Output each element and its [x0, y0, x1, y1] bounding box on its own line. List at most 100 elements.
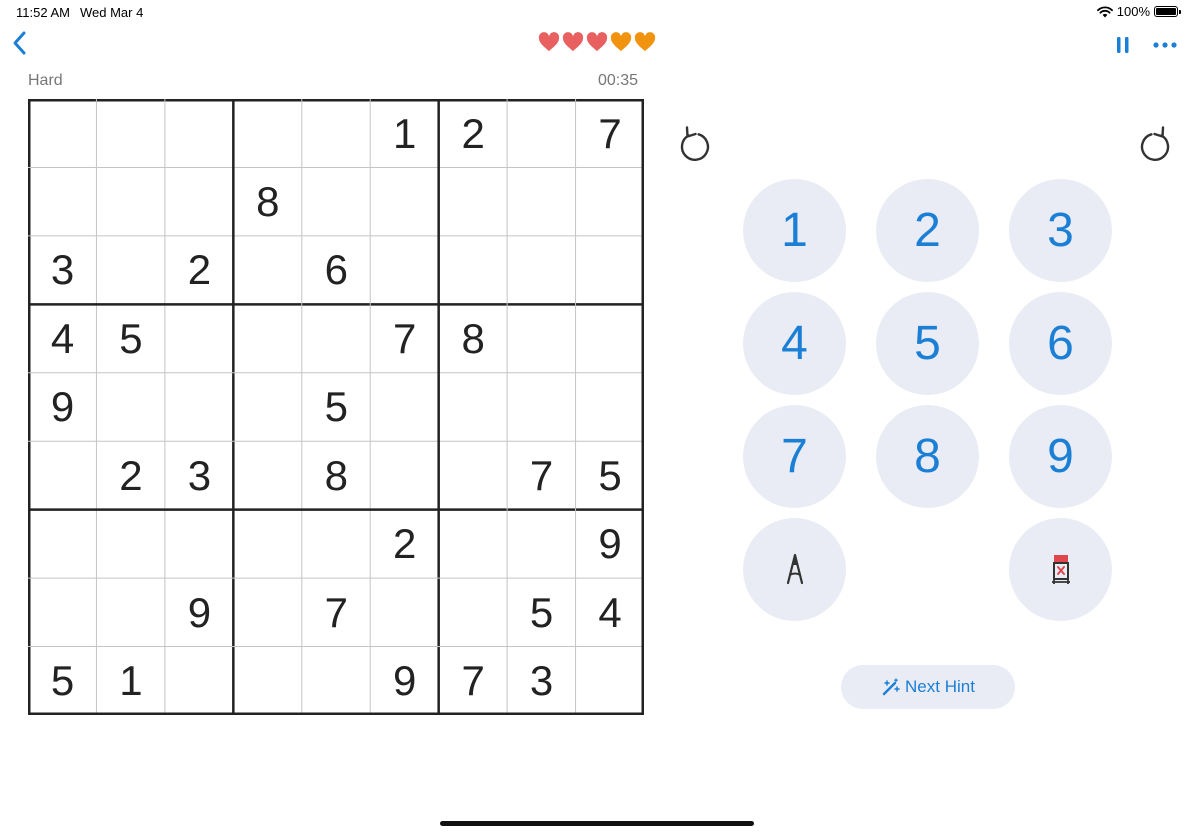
board-cell[interactable]: [234, 647, 302, 715]
board-cell[interactable]: [371, 168, 439, 236]
board-cell[interactable]: [165, 168, 233, 236]
number-key-8[interactable]: 8: [876, 405, 979, 508]
board-cell[interactable]: [371, 373, 439, 441]
undo-button[interactable]: [674, 124, 714, 164]
board-cell[interactable]: [165, 305, 233, 373]
heart-icon: [634, 32, 656, 52]
board-cell[interactable]: 3: [508, 647, 576, 715]
board-cell[interactable]: [439, 168, 507, 236]
board-cell[interactable]: 2: [371, 510, 439, 578]
board-cell[interactable]: [165, 647, 233, 715]
board-cell[interactable]: [302, 647, 370, 715]
board-cell[interactable]: [302, 305, 370, 373]
pause-button[interactable]: [1112, 34, 1134, 56]
board-cell[interactable]: [97, 236, 165, 304]
board-cell[interactable]: [234, 305, 302, 373]
board-cell[interactable]: [234, 373, 302, 441]
board-cell[interactable]: [29, 100, 97, 168]
board-cell[interactable]: 9: [29, 373, 97, 441]
number-key-5[interactable]: 5: [876, 292, 979, 395]
board-cell[interactable]: [29, 579, 97, 647]
board-cell[interactable]: [371, 442, 439, 510]
board-cell[interactable]: [508, 373, 576, 441]
board-cell[interactable]: 7: [508, 442, 576, 510]
board-cell[interactable]: [302, 510, 370, 578]
board-cell[interactable]: 8: [439, 305, 507, 373]
board-cell[interactable]: [508, 100, 576, 168]
board-cell[interactable]: [29, 510, 97, 578]
board-cell[interactable]: 5: [576, 442, 644, 510]
board-cell[interactable]: [234, 236, 302, 304]
board-cell[interactable]: [302, 168, 370, 236]
board-cell[interactable]: [371, 236, 439, 304]
number-key-2[interactable]: 2: [876, 179, 979, 282]
board-cell[interactable]: 1: [97, 647, 165, 715]
board-cell[interactable]: [234, 100, 302, 168]
board-cell[interactable]: [29, 168, 97, 236]
back-button[interactable]: [8, 28, 34, 58]
board-cell[interactable]: [97, 100, 165, 168]
board-cell[interactable]: [165, 510, 233, 578]
board-cell[interactable]: 6: [302, 236, 370, 304]
board-cell[interactable]: 8: [234, 168, 302, 236]
board-cell[interactable]: [371, 579, 439, 647]
board-cell[interactable]: [508, 305, 576, 373]
board-cell[interactable]: [234, 442, 302, 510]
notes-button[interactable]: [743, 518, 846, 621]
board-cell[interactable]: 5: [508, 579, 576, 647]
board-cell[interactable]: [508, 510, 576, 578]
board-cell[interactable]: 7: [576, 100, 644, 168]
next-hint-button[interactable]: Next Hint: [841, 665, 1015, 709]
board-cell[interactable]: [302, 100, 370, 168]
board-cell[interactable]: [576, 168, 644, 236]
board-cell[interactable]: 9: [371, 647, 439, 715]
board-cell[interactable]: 2: [165, 236, 233, 304]
board-cell[interactable]: [165, 373, 233, 441]
board-cell[interactable]: [576, 236, 644, 304]
number-key-7[interactable]: 7: [743, 405, 846, 508]
board-cell[interactable]: 7: [302, 579, 370, 647]
board-cell[interactable]: [165, 100, 233, 168]
board-cell[interactable]: 5: [302, 373, 370, 441]
board-cell[interactable]: [439, 442, 507, 510]
board-cell[interactable]: [29, 442, 97, 510]
redo-button[interactable]: [1136, 124, 1176, 164]
board-cell[interactable]: 5: [29, 647, 97, 715]
board-cell[interactable]: 3: [29, 236, 97, 304]
board-cell[interactable]: 5: [97, 305, 165, 373]
board-cell[interactable]: 1: [371, 100, 439, 168]
board-cell[interactable]: [439, 373, 507, 441]
board-cell[interactable]: 4: [29, 305, 97, 373]
number-key-3[interactable]: 3: [1009, 179, 1112, 282]
board-cell[interactable]: [439, 510, 507, 578]
erase-button[interactable]: [1009, 518, 1112, 621]
board-cell[interactable]: 7: [371, 305, 439, 373]
board-cell[interactable]: [439, 579, 507, 647]
number-key-4[interactable]: 4: [743, 292, 846, 395]
board-cell[interactable]: 2: [97, 442, 165, 510]
board-cell[interactable]: 9: [165, 579, 233, 647]
number-key-6[interactable]: 6: [1009, 292, 1112, 395]
more-button[interactable]: [1150, 36, 1180, 52]
board-cell[interactable]: 3: [165, 442, 233, 510]
board-cell[interactable]: 9: [576, 510, 644, 578]
number-key-1[interactable]: 1: [743, 179, 846, 282]
board-cell[interactable]: 2: [439, 100, 507, 168]
board-cell[interactable]: [576, 647, 644, 715]
board-cell[interactable]: [97, 510, 165, 578]
board-cell[interactable]: [439, 236, 507, 304]
board-cell[interactable]: [576, 305, 644, 373]
board-cell[interactable]: [97, 579, 165, 647]
board-cell[interactable]: [234, 510, 302, 578]
board-cell[interactable]: 8: [302, 442, 370, 510]
number-key-9[interactable]: 9: [1009, 405, 1112, 508]
board-cell[interactable]: [508, 168, 576, 236]
board-cell[interactable]: [97, 373, 165, 441]
board-cell[interactable]: 7: [439, 647, 507, 715]
board-cell[interactable]: 4: [576, 579, 644, 647]
board-cell[interactable]: [97, 168, 165, 236]
board-cell[interactable]: [576, 373, 644, 441]
eraser-icon: [1051, 554, 1070, 584]
board-cell[interactable]: [234, 579, 302, 647]
board-cell[interactable]: [508, 236, 576, 304]
